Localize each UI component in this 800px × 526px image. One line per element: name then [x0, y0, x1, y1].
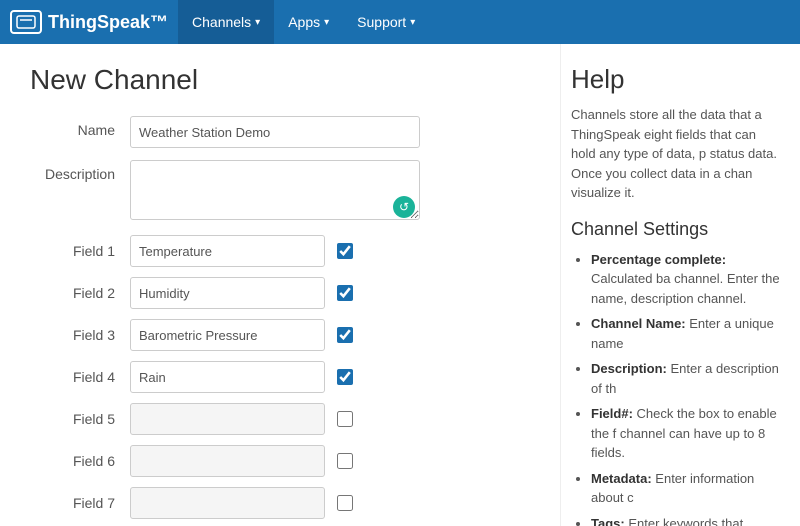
- right-panel: Help Channels store all the data that a …: [560, 44, 800, 526]
- field-6-input[interactable]: [130, 445, 325, 477]
- field-row: Field 4: [30, 361, 530, 393]
- help-list-item: Description: Enter a description of th: [591, 359, 780, 398]
- field-2-input[interactable]: [130, 277, 325, 309]
- field-row: Field 2: [30, 277, 530, 309]
- help-list-item: Percentage complete: Calculated ba chann…: [591, 250, 780, 309]
- field-row: Field 7: [30, 487, 530, 519]
- description-textarea[interactable]: [130, 160, 420, 220]
- name-label: Name: [30, 116, 130, 138]
- navbar: ThingSpeak™ Channels ▾ Apps ▾ Support ▾: [0, 0, 800, 44]
- brand-logo[interactable]: ThingSpeak™: [10, 10, 168, 34]
- main-content: New Channel Name Description ↺ Field 1Fi…: [0, 44, 800, 526]
- field-1-input[interactable]: [130, 235, 325, 267]
- description-field-group: Description ↺: [30, 160, 530, 223]
- help-list: Percentage complete: Calculated ba chann…: [571, 250, 780, 526]
- field-7-label: Field 7: [30, 495, 130, 511]
- field-row: Field 1: [30, 235, 530, 267]
- channels-caret-icon: ▾: [255, 17, 260, 28]
- nav-support-label: Support: [357, 14, 406, 30]
- field-2-label: Field 2: [30, 285, 130, 301]
- name-field-group: Name: [30, 116, 530, 148]
- field-rows-container: Field 1 Field 2 Field 3 Field 4 Field 5 Field…: [30, 235, 530, 519]
- field-1-label: Field 1: [30, 243, 130, 259]
- field-5-label: Field 5: [30, 411, 130, 427]
- nav-channels-label: Channels: [192, 14, 251, 30]
- nav-apps[interactable]: Apps ▾: [274, 0, 343, 44]
- logo-icon: [10, 10, 42, 34]
- field-1-checkbox[interactable]: [337, 243, 353, 259]
- field-7-checkbox[interactable]: [337, 495, 353, 511]
- field-5-checkbox[interactable]: [337, 411, 353, 427]
- nav-channels[interactable]: Channels ▾: [178, 0, 274, 44]
- nav-support[interactable]: Support ▾: [343, 0, 429, 44]
- help-intro: Channels store all the data that a Thing…: [571, 105, 780, 203]
- help-section-title: Channel Settings: [571, 219, 780, 240]
- name-input[interactable]: [130, 116, 420, 148]
- apps-caret-icon: ▾: [324, 17, 329, 28]
- help-title: Help: [571, 64, 780, 95]
- field-6-label: Field 6: [30, 453, 130, 469]
- left-panel: New Channel Name Description ↺ Field 1Fi…: [0, 44, 560, 526]
- field-6-checkbox[interactable]: [337, 453, 353, 469]
- help-list-item: Field#: Check the box to enable the f ch…: [591, 404, 780, 463]
- help-list-item: Tags: Enter keywords that identify th: [591, 514, 780, 526]
- field-row: Field 6: [30, 445, 530, 477]
- brand-name: ThingSpeak™: [48, 12, 168, 33]
- field-5-input[interactable]: [130, 403, 325, 435]
- field-row: Field 3: [30, 319, 530, 351]
- field-2-checkbox[interactable]: [337, 285, 353, 301]
- field-3-label: Field 3: [30, 327, 130, 343]
- description-textarea-wrapper: ↺: [130, 160, 420, 223]
- description-icon[interactable]: ↺: [393, 196, 415, 218]
- help-list-item: Channel Name: Enter a unique name: [591, 314, 780, 353]
- field-3-input[interactable]: [130, 319, 325, 351]
- support-caret-icon: ▾: [410, 17, 415, 28]
- nav-apps-label: Apps: [288, 14, 320, 30]
- field-4-input[interactable]: [130, 361, 325, 393]
- field-row: Field 5: [30, 403, 530, 435]
- help-list-item: Metadata: Enter information about c: [591, 469, 780, 508]
- field-4-label: Field 4: [30, 369, 130, 385]
- field-7-input[interactable]: [130, 487, 325, 519]
- description-label: Description: [30, 160, 130, 182]
- page-title: New Channel: [30, 64, 530, 96]
- field-3-checkbox[interactable]: [337, 327, 353, 343]
- field-4-checkbox[interactable]: [337, 369, 353, 385]
